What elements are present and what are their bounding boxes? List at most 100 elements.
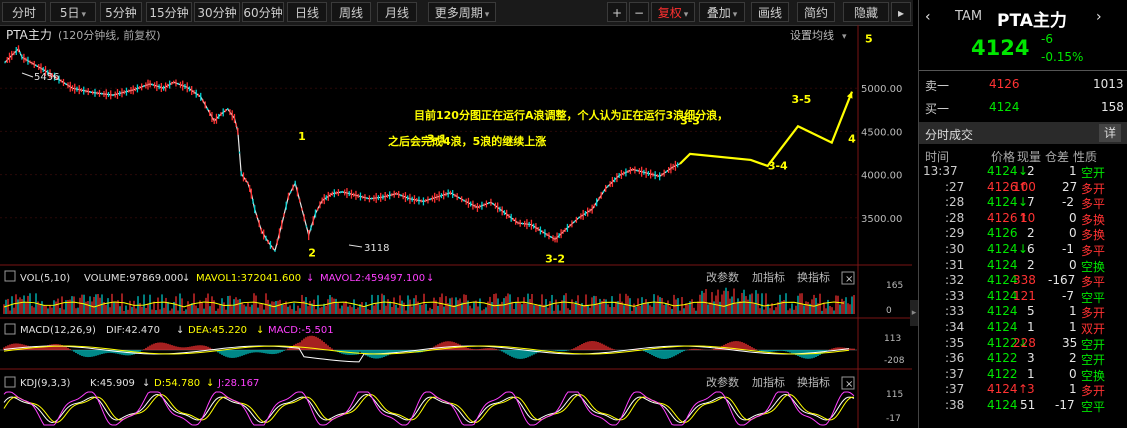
close-icon: × xyxy=(845,274,853,285)
vol-volume-value: VOLUME:97869.000 xyxy=(84,273,183,284)
draw-line-button[interactable]: 画线 xyxy=(751,2,789,22)
tick-oi-change: 1 xyxy=(1069,304,1077,319)
period-daily-button[interactable]: 日线 xyxy=(287,2,327,22)
wave-label: 3-4 xyxy=(768,159,788,172)
settings-ma-button[interactable]: 设置均线 xyxy=(790,28,834,42)
macd-macd-value: MACD:-5.501 xyxy=(268,325,334,336)
col-volume: 现量 xyxy=(1017,150,1042,164)
hide-button[interactable]: 隐藏 xyxy=(843,2,889,22)
tick-oi-change: 0 xyxy=(1069,257,1077,272)
adjust-price-button[interactable]: 复权 ▾ xyxy=(651,2,695,22)
kdj-k-value: K:45.909 xyxy=(90,378,135,389)
col-nature: 性质 xyxy=(1073,150,1098,164)
tick-price: 4124 xyxy=(987,164,1018,178)
tick-volume: 2 xyxy=(1027,257,1035,272)
tick-price: 4126 xyxy=(987,226,1018,241)
wave-label: 1 xyxy=(298,130,306,143)
tick-volume: 100 xyxy=(1013,179,1036,194)
tick-time: :34 xyxy=(945,320,965,334)
macd-dif-value: DIF:42.470 xyxy=(106,325,160,336)
period-5day-button[interactable]: 5日 ▾ xyxy=(50,2,96,22)
kdj-header: KDJ(9,3,3) xyxy=(20,378,71,389)
macd-y-axis: 113 -208 xyxy=(884,334,905,366)
tick-price: 4124 xyxy=(987,242,1018,256)
chevron-down-icon: ▾ xyxy=(842,32,847,42)
contract-name: PTA主力 xyxy=(997,11,1067,31)
tick-time: :32 xyxy=(945,273,965,288)
vol-bars xyxy=(3,287,855,314)
tick-nature: 空平 xyxy=(1081,290,1106,305)
period-weekly-button[interactable]: 周线 xyxy=(331,2,371,22)
tick-nature: 多平 xyxy=(1081,275,1106,290)
panel-toggle-icon[interactable] xyxy=(4,270,16,282)
tick-oi-change: 27 xyxy=(1062,179,1078,194)
tick-time: 13:37 xyxy=(923,164,958,178)
tick-volume: 5 xyxy=(1027,304,1035,319)
macd-panel: MACD(12,26,9) DIF:42.470 ↓ DEA:45.220 ↓ … xyxy=(0,323,905,366)
panel-toggle-icon[interactable] xyxy=(4,323,16,335)
period-intraday-button[interactable]: 分时 xyxy=(2,2,46,22)
tick-price: 4124 xyxy=(987,257,1018,272)
overlay-button[interactable]: 叠加 ▾ xyxy=(699,2,745,22)
tick-price: 4124 xyxy=(987,304,1018,319)
bid-volume: 158 xyxy=(1101,100,1124,114)
period-30min-button[interactable]: 30分钟 xyxy=(194,2,240,22)
tick-volume: 10 xyxy=(1020,210,1036,225)
period-15min-button[interactable]: 15分钟 xyxy=(146,2,192,22)
tick-nature: 空换 xyxy=(1081,259,1106,274)
chevron-down-icon: ▾ xyxy=(81,10,87,20)
y-tick-label: 115 xyxy=(886,390,903,400)
back-arrow-icon[interactable]: ‹ xyxy=(925,9,931,25)
arrow-down-icon: ↓ xyxy=(306,273,314,284)
collapse-panel-handle[interactable]: ▸ xyxy=(910,300,918,326)
expand-button[interactable]: ▸ xyxy=(891,2,911,22)
tick-nature: 双开 xyxy=(1081,322,1106,336)
tick-oi-change: 1 xyxy=(1069,382,1077,397)
tick-time: :31 xyxy=(945,257,965,272)
vol-edit-params-button[interactable]: 改参数 xyxy=(706,270,739,284)
annotation-line-1: 目前120分图正在运行A浪调整，个人认为正在运行3浪细分浪， xyxy=(414,108,728,122)
zoom-out-button[interactable]: − xyxy=(629,2,649,22)
more-periods-button[interactable]: 更多周期 ▾ xyxy=(428,2,496,22)
tick-price: 4122 xyxy=(987,351,1018,366)
price-y-axis: 5000.00 4500.00 4000.00 3500.00 xyxy=(861,84,902,225)
vol-panel: VOL(5,10) VOLUME:97869.000 ↓ MAVOL1:3720… xyxy=(3,270,903,316)
ticks-detail-button[interactable]: 详 xyxy=(1099,124,1121,142)
kdj-switch-indicator-button[interactable]: 换指标 xyxy=(797,375,830,389)
simple-mode-button[interactable]: 简约 xyxy=(797,2,835,22)
chevron-down-icon: ▾ xyxy=(484,10,490,20)
kline-chart[interactable]: PTA主力 (120分钟线, 前复权) 设置均线 ▾ 5000.00 4500.0… xyxy=(0,25,912,428)
vol-y-axis: 1650 xyxy=(886,281,903,316)
panel-toggle-icon[interactable] xyxy=(4,376,16,388)
tick-oi-change: -17 xyxy=(1055,398,1075,412)
price-change-pct: -0.15% xyxy=(1041,50,1084,64)
wave-projection-line xyxy=(679,91,854,168)
tick-time: :28 xyxy=(945,210,965,225)
tick-time: :28 xyxy=(945,195,965,210)
period-monthly-button[interactable]: 月线 xyxy=(377,2,417,22)
tick-price: 4122 xyxy=(987,366,1018,381)
forward-arrow-icon[interactable]: › xyxy=(1096,9,1102,25)
tick-price: 4124 xyxy=(987,398,1018,412)
kdj-add-indicator-button[interactable]: 加指标 xyxy=(752,375,785,389)
high-price-pointer xyxy=(21,72,34,78)
zoom-in-button[interactable]: + xyxy=(607,2,627,22)
macd-header: MACD(12,26,9) xyxy=(20,325,96,336)
kdj-edit-params-button[interactable]: 改参数 xyxy=(706,375,739,389)
tick-time: :37 xyxy=(945,366,965,381)
bid-label: 买一 xyxy=(925,102,950,116)
quote-panel: ‹ TAM PTA主力 › 4124 -6 -0.15% 卖一 4126 101… xyxy=(918,0,1127,428)
tick-time: :30 xyxy=(945,242,965,256)
period-60min-button[interactable]: 60分钟 xyxy=(242,2,284,22)
period-5min-button[interactable]: 5分钟 xyxy=(100,2,142,22)
arrow-down-icon: ↓ xyxy=(142,378,150,389)
col-price: 价格 xyxy=(991,150,1016,164)
vol-switch-indicator-button[interactable]: 换指标 xyxy=(797,270,830,284)
kdj-y-axis: 115 -17 xyxy=(886,390,903,424)
wave-label: 5 xyxy=(865,32,873,45)
ask-label: 卖一 xyxy=(925,79,950,93)
vol-add-indicator-button[interactable]: 加指标 xyxy=(752,270,785,284)
tick-volume: 6 xyxy=(1027,242,1035,256)
tick-volume: 338 xyxy=(1013,273,1036,288)
divider xyxy=(919,70,1127,71)
